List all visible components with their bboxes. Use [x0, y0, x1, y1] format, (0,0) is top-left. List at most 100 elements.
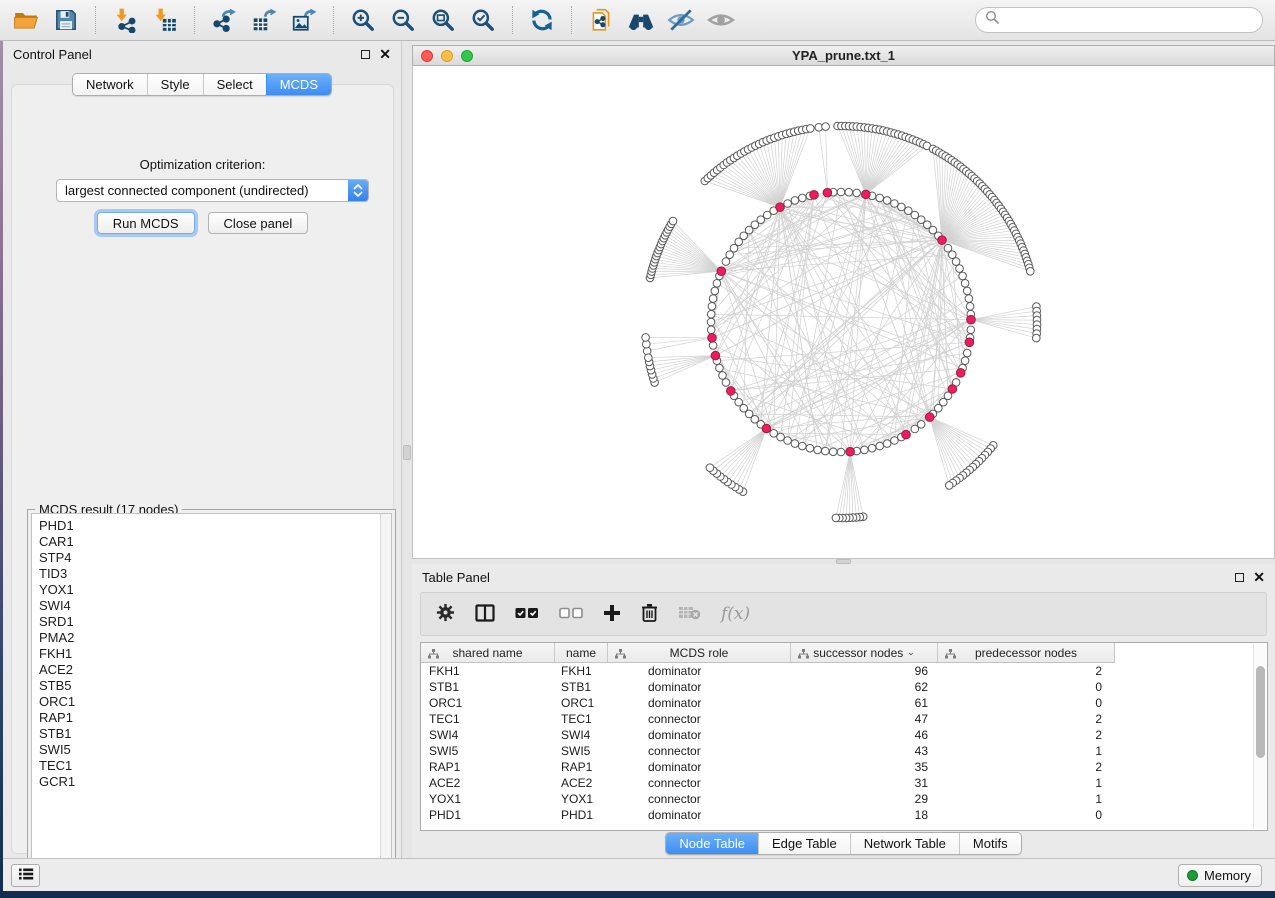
run-mcds-button[interactable]: Run MCDS [97, 212, 195, 234]
toolbar-separator [95, 6, 96, 34]
column-header-successor-nodes[interactable]: successor nodes⌄ [791, 643, 938, 662]
table-cell: 31 [791, 775, 938, 791]
table-row[interactable]: FKH1FKH1dominator962 [421, 663, 1267, 679]
table-cell: 0 [938, 695, 1115, 711]
table-cell: 96 [791, 663, 938, 679]
mcds-result-item[interactable]: PHD1 [39, 518, 391, 534]
save-session-button[interactable] [48, 3, 84, 37]
task-history-button[interactable] [11, 864, 40, 887]
mcds-result-item[interactable]: FKH1 [39, 646, 391, 662]
table-scrollbar[interactable] [1253, 644, 1266, 829]
mcds-result-item[interactable]: TID3 [39, 566, 391, 582]
tab-network-table[interactable]: Network Table [850, 833, 959, 854]
table-row[interactable]: ACE2ACE2connector311 [421, 775, 1267, 791]
node-table-body: FKH1FKH1dominator962STB1STB1dominator620… [421, 663, 1267, 823]
column-header-shared-name[interactable]: shared name [421, 643, 555, 662]
import-table-button[interactable] [147, 3, 183, 37]
table-row[interactable]: ORC1ORC1dominator610 [421, 695, 1267, 711]
window-zoom-button[interactable] [461, 50, 473, 62]
mcds-result-item[interactable]: ACE2 [39, 662, 391, 678]
network-search-box [975, 7, 1263, 33]
sort-descending-icon: ⌄ [907, 647, 915, 658]
zoom-fit-button[interactable] [425, 3, 461, 37]
mcds-result-item[interactable]: SRD1 [39, 614, 391, 630]
vertical-splitter[interactable] [402, 41, 412, 858]
mcds-result-item[interactable]: STB1 [39, 726, 391, 742]
tab-style[interactable]: Style [147, 74, 203, 95]
column-browse-button[interactable] [475, 604, 495, 625]
zoom-out-button[interactable] [385, 3, 421, 37]
mcds-result-item[interactable]: STP4 [39, 550, 391, 566]
delete-table-button[interactable] [678, 605, 701, 623]
tab-edge-table[interactable]: Edge Table [758, 833, 850, 854]
table-row[interactable]: STB1STB1dominator620 [421, 679, 1267, 695]
splitter-grip[interactable] [403, 445, 411, 460]
table-cell: SWI5 [421, 743, 555, 759]
column-header-MCDS-role[interactable]: MCDS role [608, 643, 791, 662]
table-row[interactable]: PHD1PHD1dominator180 [421, 807, 1267, 823]
mcds-result-item[interactable]: ORC1 [39, 694, 391, 710]
table-row[interactable]: RAP1RAP1dominator352 [421, 759, 1267, 775]
search-input[interactable] [1006, 13, 1253, 28]
show-graphics-button[interactable] [703, 3, 739, 37]
delete-column-button[interactable] [641, 603, 658, 625]
table-panel-close-button[interactable]: ✕ [1253, 573, 1265, 582]
import-network-button[interactable] [107, 3, 143, 37]
open-session-button[interactable] [8, 3, 44, 37]
table-row[interactable]: SWI5SWI5connector431 [421, 743, 1267, 759]
export-image-button[interactable] [286, 3, 322, 37]
mcds-result-item[interactable]: RAP1 [39, 710, 391, 726]
select-all-button[interactable] [515, 607, 539, 622]
table-row[interactable]: TEC1TEC1connector472 [421, 711, 1267, 727]
attribute-icon [428, 648, 439, 662]
mcds-result-item[interactable]: YOX1 [39, 582, 391, 598]
table-cell: dominator [608, 695, 791, 711]
zoom-selected-button[interactable] [465, 3, 501, 37]
tab-network[interactable]: Network [73, 74, 147, 95]
table-row[interactable]: SWI4SWI4dominator462 [421, 727, 1267, 743]
table-cell: ACE2 [421, 775, 555, 791]
mcds-result-item[interactable]: STB5 [39, 678, 391, 694]
zoom-in-button[interactable] [345, 3, 381, 37]
memory-label: Memory [1204, 868, 1251, 883]
deselect-all-button[interactable] [559, 607, 583, 622]
add-column-button[interactable] [603, 604, 621, 625]
tab-node-table[interactable]: Node Table [666, 833, 758, 854]
mcds-result-item[interactable]: CAR1 [39, 534, 391, 550]
main-toolbar [0, 0, 1275, 41]
column-header-predecessor-nodes[interactable]: predecessor nodes [938, 643, 1115, 662]
mcds-result-item[interactable]: PMA2 [39, 630, 391, 646]
mcds-result-item[interactable]: TEC1 [39, 758, 391, 774]
search-neighbors-button[interactable] [623, 3, 659, 37]
table-scrollbar-thumb[interactable] [1256, 666, 1265, 758]
tab-motifs[interactable]: Motifs [959, 833, 1021, 854]
apply-layout-button[interactable] [524, 3, 560, 37]
control-panel-float-button[interactable] [361, 50, 370, 59]
mcds-list-scrollbar[interactable] [380, 514, 391, 878]
fx-icon: f(x) [721, 604, 750, 624]
share-document-button[interactable] [583, 3, 619, 37]
network-graph[interactable] [413, 66, 1274, 558]
tab-select[interactable]: Select [203, 74, 266, 95]
table-panel-float-button[interactable] [1235, 573, 1244, 582]
window-minimize-button[interactable] [441, 50, 453, 62]
mcds-result-item[interactable]: SWI4 [39, 598, 391, 614]
function-builder-button[interactable]: f(x) [721, 604, 750, 624]
control-panel-close-button[interactable]: ✕ [379, 50, 391, 59]
criterion-select[interactable]: largest connected component (undirected) [56, 179, 369, 202]
export-table-button[interactable] [246, 3, 282, 37]
mcds-result-item[interactable]: SWI5 [39, 742, 391, 758]
memory-button[interactable]: Memory [1178, 864, 1262, 887]
table-cell: dominator [608, 807, 791, 823]
window-close-button[interactable] [421, 50, 433, 62]
tab-mcds[interactable]: MCDS [266, 74, 331, 95]
float-icon [1235, 573, 1244, 582]
column-header-name[interactable]: name [555, 643, 608, 662]
table-options-button[interactable] [436, 603, 455, 625]
hide-graphics-button[interactable] [663, 3, 699, 37]
network-window-titlebar: YPA_prune.txt_1 [412, 45, 1275, 66]
mcds-result-item[interactable]: GCR1 [39, 774, 391, 790]
export-network-button[interactable] [206, 3, 242, 37]
table-row[interactable]: YOX1YOX1connector291 [421, 791, 1267, 807]
close-panel-button[interactable]: Close panel [208, 212, 309, 234]
